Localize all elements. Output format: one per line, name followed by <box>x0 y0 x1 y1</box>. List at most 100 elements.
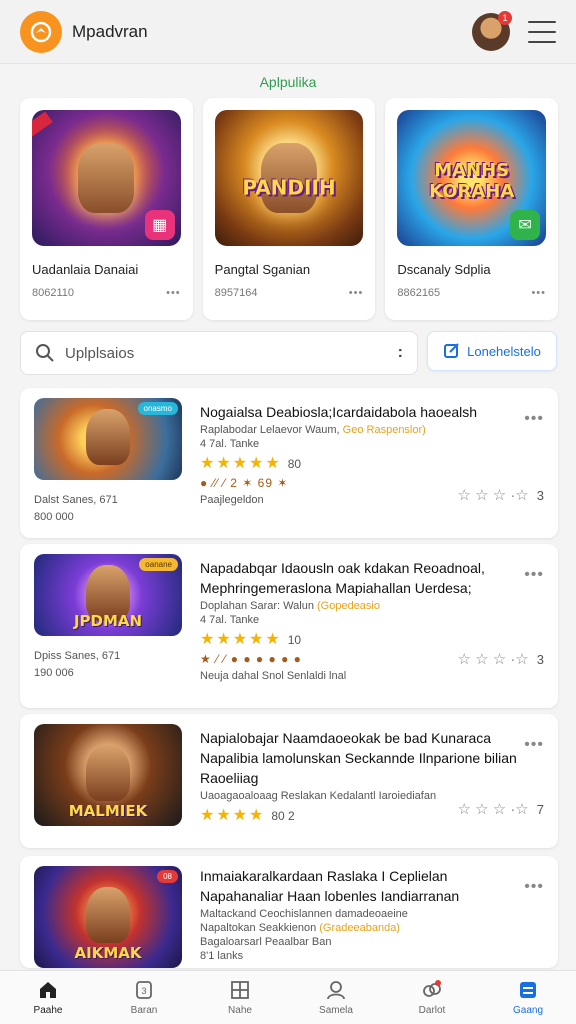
hero-art <box>86 744 130 801</box>
featured-card[interactable]: PANDIIH Pangtal Sganian 8957164 ••• <box>202 98 376 320</box>
featured-image-text: MANHS KORAHA <box>429 160 515 203</box>
rating-count: 80 <box>287 457 302 471</box>
item-detail: 8'1 lanks <box>200 950 244 962</box>
item-detail: Bagaloarsarl Peaalbar Ban <box>200 936 332 948</box>
hamburger-line <box>528 20 556 23</box>
rate-number: 3 <box>536 651 544 667</box>
featured-card[interactable]: ▦ Uadanlaia Danaiai 8062110 ••• <box>20 98 193 320</box>
more-icon[interactable]: ••• <box>524 410 544 428</box>
item-thumbnail: onasmo <box>34 398 182 480</box>
more-icon[interactable]: ••• <box>349 287 364 299</box>
notification-badge: 1 <box>498 10 512 25</box>
rate-number: 7 <box>536 801 544 817</box>
filter-button[interactable]: Lonehelstelo <box>427 331 557 371</box>
hero-art <box>86 886 130 943</box>
thumb-tag: 08 <box>157 870 178 883</box>
item-detail: Napaltokan Seakkienon (Gradeeabanda) <box>200 922 518 934</box>
more-icon[interactable]: ••• <box>524 566 544 584</box>
nav-item-home[interactable]: Paahe <box>0 971 96 1024</box>
nav-label: Paahe <box>33 1005 63 1016</box>
thumb-text: MALMIEK <box>68 802 148 820</box>
list-icon <box>520 982 536 998</box>
item-subtitle-text: Raplabodar Lelaevor Waum, <box>200 424 343 436</box>
hamburger-line <box>528 30 556 33</box>
featured-meta: 8957164 <box>214 287 258 299</box>
thumb-text: JPDMAN <box>73 612 143 630</box>
nav-label: Nahe <box>228 1005 252 1016</box>
avatar[interactable]: 1 <box>472 10 512 51</box>
rate-stars[interactable]: ☆ ☆ ☆ ·☆ 3 <box>457 650 544 668</box>
featured-card[interactable]: MANHS KORAHA ✉ Dscanaly Sdplia 8862165 ••… <box>385 98 559 320</box>
nav-label: Baran <box>130 1005 158 1016</box>
featured-image: PANDIIH <box>214 110 364 246</box>
rate-stars[interactable]: ☆ ☆ ☆ ·☆ 3 <box>457 486 544 504</box>
item-left-line: Dpiss Sanes, 671 <box>34 650 121 662</box>
search-input[interactable] <box>65 344 398 362</box>
item-left-meta: Dalst Sanes, 671 800 000 <box>34 492 118 526</box>
item-highlight: (Gradeeabanda) <box>319 922 400 934</box>
hero-art <box>78 143 135 213</box>
item-footer: Neuja dahal Snol Senlaldi lnal <box>200 670 347 682</box>
item-thumbnail: 08 AIKMAK <box>34 866 182 968</box>
item-title: Inmaiakaralkardaan Raslaka I Ceplielan N… <box>200 868 460 904</box>
search-bar: : <box>20 331 418 375</box>
list-item[interactable]: MALMIEK Napialobajar Naamdaoeokak be bad… <box>20 714 558 848</box>
more-icon[interactable]: ••• <box>524 878 544 896</box>
nav-item-baran[interactable]: 3 Baran <box>96 971 192 1024</box>
item-left-line: 800 000 <box>34 511 74 523</box>
rate-stars[interactable]: ☆ ☆ ☆ ·☆ 7 <box>457 800 544 818</box>
star-rating: ★★★★★ 80 <box>200 453 518 473</box>
nav-label: Samela <box>319 1005 353 1016</box>
star-rating: ★★★★★ 10 <box>200 629 518 649</box>
featured-meta: 8862165 <box>397 287 441 299</box>
featured-image: MANHS KORAHA ✉ <box>397 110 547 246</box>
nav-item-nahe[interactable]: Nahe <box>192 971 288 1024</box>
item-detail: 4 7al. Tanke <box>200 614 260 626</box>
featured-title: Dscanaly Sdplia <box>397 262 491 277</box>
featured-image: ▦ <box>32 110 181 246</box>
item-thumbnail: oanane JPDMAN <box>34 554 182 636</box>
home-icon <box>40 982 56 998</box>
more-icon[interactable]: ••• <box>531 287 546 299</box>
item-detail: 4 7al. Tanke <box>200 438 260 450</box>
item-body: Inmaiakaralkardaan Raslaka I Ceplielan N… <box>200 866 518 962</box>
featured-meta: 8062110 <box>32 287 75 299</box>
logo-icon <box>30 21 52 42</box>
search-icon <box>36 344 54 362</box>
nav-item-samela[interactable]: Samela <box>288 971 384 1024</box>
item-title: Nogaialsa Deabiosla;Icardaidabola haoeal… <box>200 404 478 420</box>
nav-item-gaang[interactable]: Gaang <box>480 971 576 1024</box>
item-subtitle-text: Doplahan Sarar: Walun <box>200 600 317 612</box>
more-icon[interactable]: ••• <box>166 287 181 299</box>
list-item[interactable]: 08 AIKMAK Inmaiakaralkardaan Raslaka I C… <box>20 856 558 968</box>
menu-button[interactable] <box>528 20 556 43</box>
rate-number: 3 <box>536 487 544 503</box>
filter-button-label: Lonehelstelo <box>467 343 541 359</box>
top-bar: Mpadvran 1 <box>0 0 576 64</box>
svg-text:3: 3 <box>141 986 146 996</box>
item-title: Napialobajar Naamdaoeokak be bad Kunarac… <box>200 730 517 786</box>
nav-item-darlot[interactable]: Darlot <box>384 971 480 1024</box>
app-logo[interactable] <box>20 10 62 53</box>
featured-image-text: PANDIIH <box>242 175 336 200</box>
more-icon[interactable]: ••• <box>524 736 544 754</box>
hero-art <box>86 409 130 466</box>
stars-icon: ★★★★★ <box>200 455 282 472</box>
stars-icon: ★★★★★ <box>200 631 282 648</box>
item-left-line: Dalst Sanes, 671 <box>34 494 118 506</box>
edit-icon <box>444 343 459 358</box>
hamburger-line <box>528 40 556 43</box>
rating-count: 80 2 <box>271 809 295 823</box>
section-title: Aplpulika <box>259 74 317 90</box>
thumb-text: AIKMAK <box>74 944 142 962</box>
item-highlight: Geo Raspenslor) <box>342 424 426 436</box>
search-options-icon[interactable]: : <box>398 344 403 362</box>
chat-icon: ✉ <box>510 210 541 240</box>
item-subtitle: Maltackand Ceochislannen damadeoaeine <box>200 908 408 920</box>
grid-icon <box>231 981 249 999</box>
thumb-tag: oanane <box>139 558 178 571</box>
list-item[interactable]: oanane JPDMAN Dpiss Sanes, 671 190 006 N… <box>20 544 558 708</box>
app-title: Mpadvran <box>72 21 148 41</box>
item-highlight: (Gopedeasio <box>317 600 380 612</box>
list-item[interactable]: onasmo Dalst Sanes, 671 800 000 Nogaials… <box>20 388 558 538</box>
